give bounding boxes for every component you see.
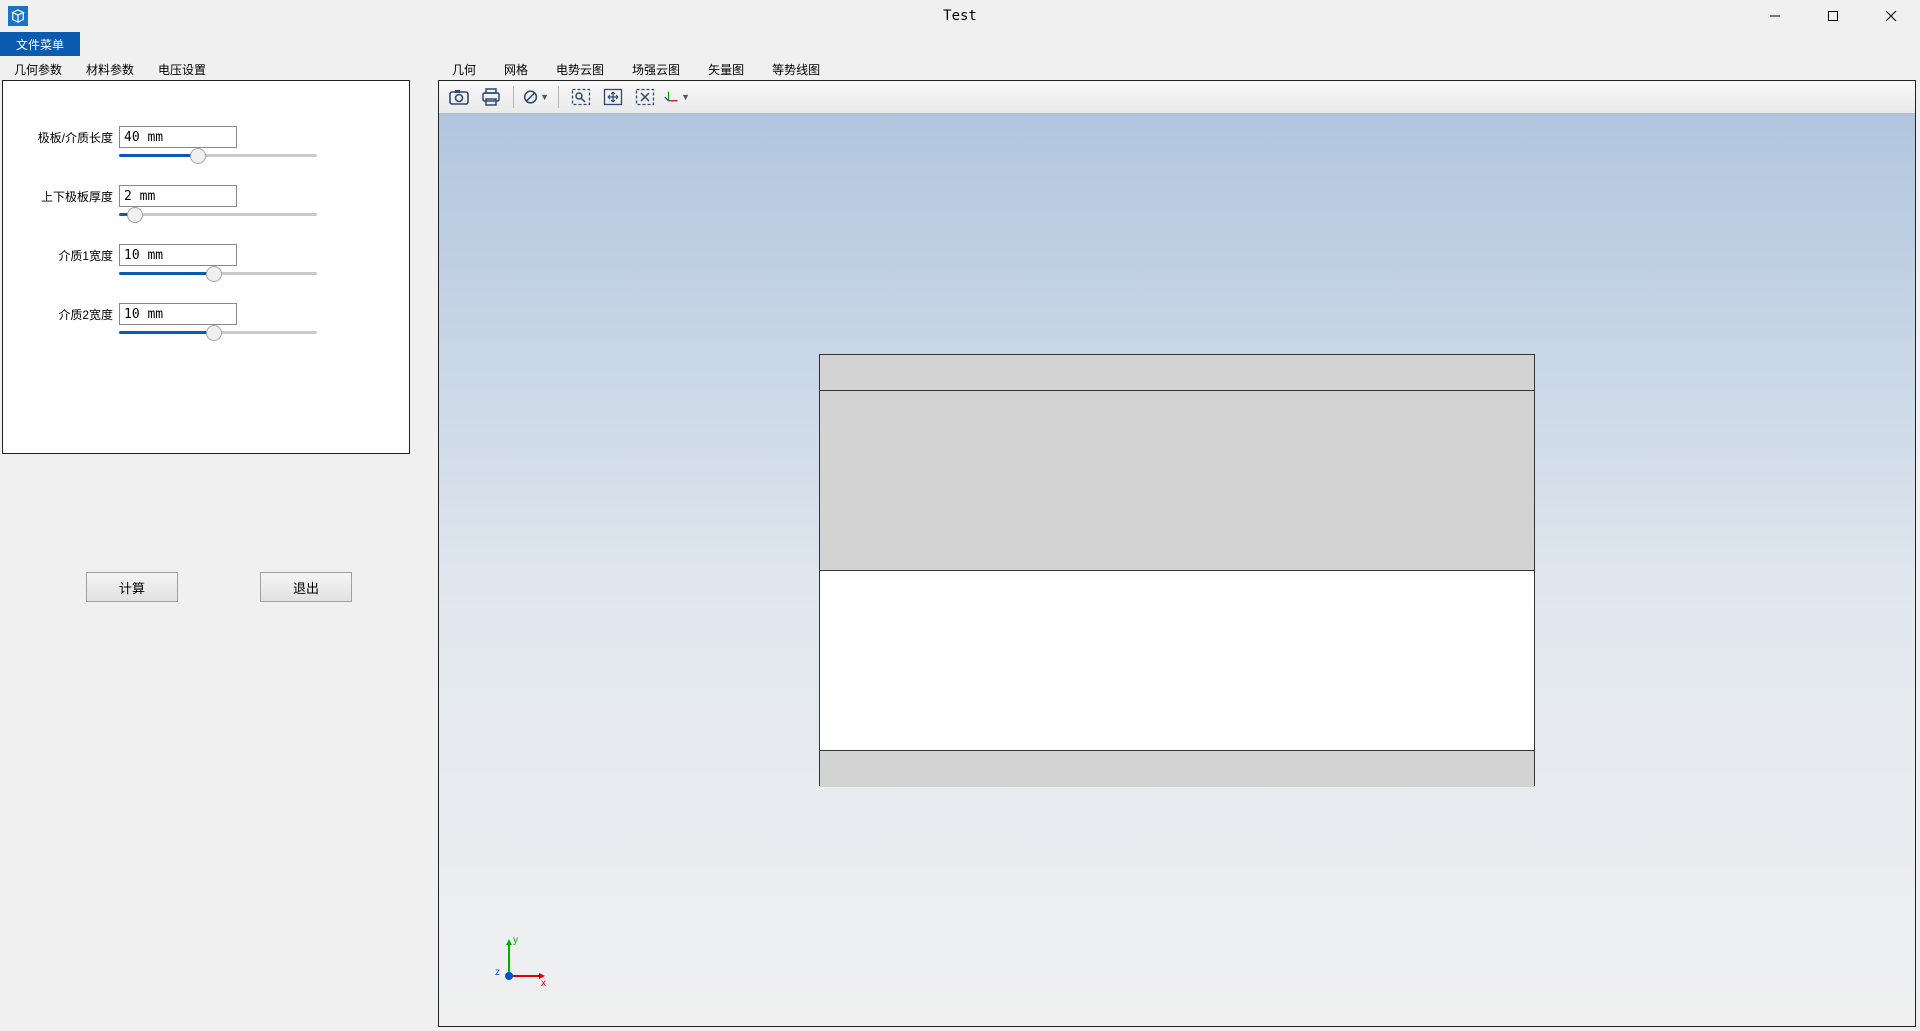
window-controls bbox=[1746, 0, 1920, 32]
param-tabs: 几何参数 材料参数 电压设置 bbox=[2, 58, 410, 80]
param-diel2-width-slider[interactable] bbox=[119, 331, 317, 334]
dielectric-1 bbox=[820, 391, 1534, 571]
left-panel: 几何参数 材料参数 电压设置 极板/介质长度 上下极板厚度 bbox=[2, 58, 410, 1027]
param-diel2-width-row: 介质2宽度 bbox=[23, 303, 389, 325]
axis-y-label: y bbox=[513, 935, 518, 946]
param-diel2-width-label: 介质2宽度 bbox=[23, 306, 113, 323]
viewer-frame: ▼ ▼ bbox=[438, 80, 1916, 1027]
compute-button[interactable]: 计算 bbox=[86, 572, 178, 602]
menu-file[interactable]: 文件菜单 bbox=[0, 32, 80, 56]
caret-down-icon: ▼ bbox=[681, 92, 690, 102]
top-plate bbox=[820, 355, 1534, 391]
titlebar: Test bbox=[0, 0, 1920, 32]
toolbar-separator bbox=[513, 86, 514, 108]
toolbar-separator bbox=[558, 86, 559, 108]
tab-geometry[interactable]: 几何 bbox=[438, 58, 490, 80]
param-diel1-width-input[interactable] bbox=[119, 244, 237, 266]
fit-view-icon[interactable] bbox=[599, 84, 627, 110]
maximize-button[interactable] bbox=[1804, 0, 1862, 32]
tab-voltage-settings[interactable]: 电压设置 bbox=[146, 58, 218, 80]
tab-vector[interactable]: 矢量图 bbox=[694, 58, 758, 80]
param-diel1-width-label: 介质1宽度 bbox=[23, 247, 113, 264]
print-icon[interactable] bbox=[477, 84, 505, 110]
param-plate-length-slider[interactable] bbox=[119, 154, 317, 157]
view-tabs: 几何 网格 电势云图 场强云图 矢量图 等势线图 bbox=[438, 58, 1916, 80]
caret-down-icon: ▼ bbox=[540, 92, 549, 102]
bottom-plate bbox=[820, 751, 1534, 787]
param-plate-length-row: 极板/介质长度 bbox=[23, 126, 389, 148]
app-icon bbox=[8, 6, 28, 26]
viewer-toolbar: ▼ ▼ bbox=[439, 81, 1915, 114]
axis-z-label: z bbox=[495, 967, 500, 978]
param-plate-thickness-input[interactable] bbox=[119, 185, 237, 207]
axes-triad-icon: y x z bbox=[489, 931, 549, 991]
viewer-canvas[interactable]: y x z bbox=[439, 114, 1915, 1026]
window-title: Test bbox=[943, 8, 977, 24]
exit-button[interactable]: 退出 bbox=[260, 572, 352, 602]
tab-geometry-params[interactable]: 几何参数 bbox=[2, 58, 74, 80]
tab-field-contour[interactable]: 场强云图 bbox=[618, 58, 694, 80]
minimize-button[interactable] bbox=[1746, 0, 1804, 32]
action-buttons: 计算 退出 bbox=[2, 572, 410, 602]
forbid-dropdown[interactable]: ▼ bbox=[522, 84, 550, 110]
dielectric-2 bbox=[820, 571, 1534, 751]
app-window: Test 文件菜单 几何参数 材料参数 电压设置 极板/介质长 bbox=[0, 0, 1920, 1031]
tab-isolines[interactable]: 等势线图 bbox=[758, 58, 834, 80]
content-area: 几何参数 材料参数 电压设置 极板/介质长度 上下极板厚度 bbox=[0, 56, 1920, 1031]
param-plate-thickness-slider[interactable] bbox=[119, 213, 317, 216]
param-plate-length-label: 极板/介质长度 bbox=[23, 129, 113, 146]
param-plate-thickness-label: 上下极板厚度 bbox=[23, 188, 113, 205]
close-button[interactable] bbox=[1862, 0, 1920, 32]
param-diel2-width-input[interactable] bbox=[119, 303, 237, 325]
axis-x-label: x bbox=[541, 978, 546, 989]
zoom-box-icon[interactable] bbox=[567, 84, 595, 110]
right-panel: 几何 网格 电势云图 场强云图 矢量图 等势线图 bbox=[438, 58, 1916, 1027]
geometry-model bbox=[819, 354, 1535, 786]
param-panel: 极板/介质长度 上下极板厚度 介质1宽度 bbox=[2, 80, 410, 454]
camera-icon[interactable] bbox=[445, 84, 473, 110]
menubar: 文件菜单 bbox=[0, 32, 1920, 56]
param-diel1-width-row: 介质1宽度 bbox=[23, 244, 389, 266]
tab-mesh[interactable]: 网格 bbox=[490, 58, 542, 80]
tab-material-params[interactable]: 材料参数 bbox=[74, 58, 146, 80]
select-cross-icon[interactable] bbox=[631, 84, 659, 110]
param-plate-thickness-row: 上下极板厚度 bbox=[23, 185, 389, 207]
param-diel1-width-slider[interactable] bbox=[119, 272, 317, 275]
param-plate-length-input[interactable] bbox=[119, 126, 237, 148]
tab-potential-contour[interactable]: 电势云图 bbox=[542, 58, 618, 80]
axes-dropdown[interactable]: ▼ bbox=[663, 84, 691, 110]
